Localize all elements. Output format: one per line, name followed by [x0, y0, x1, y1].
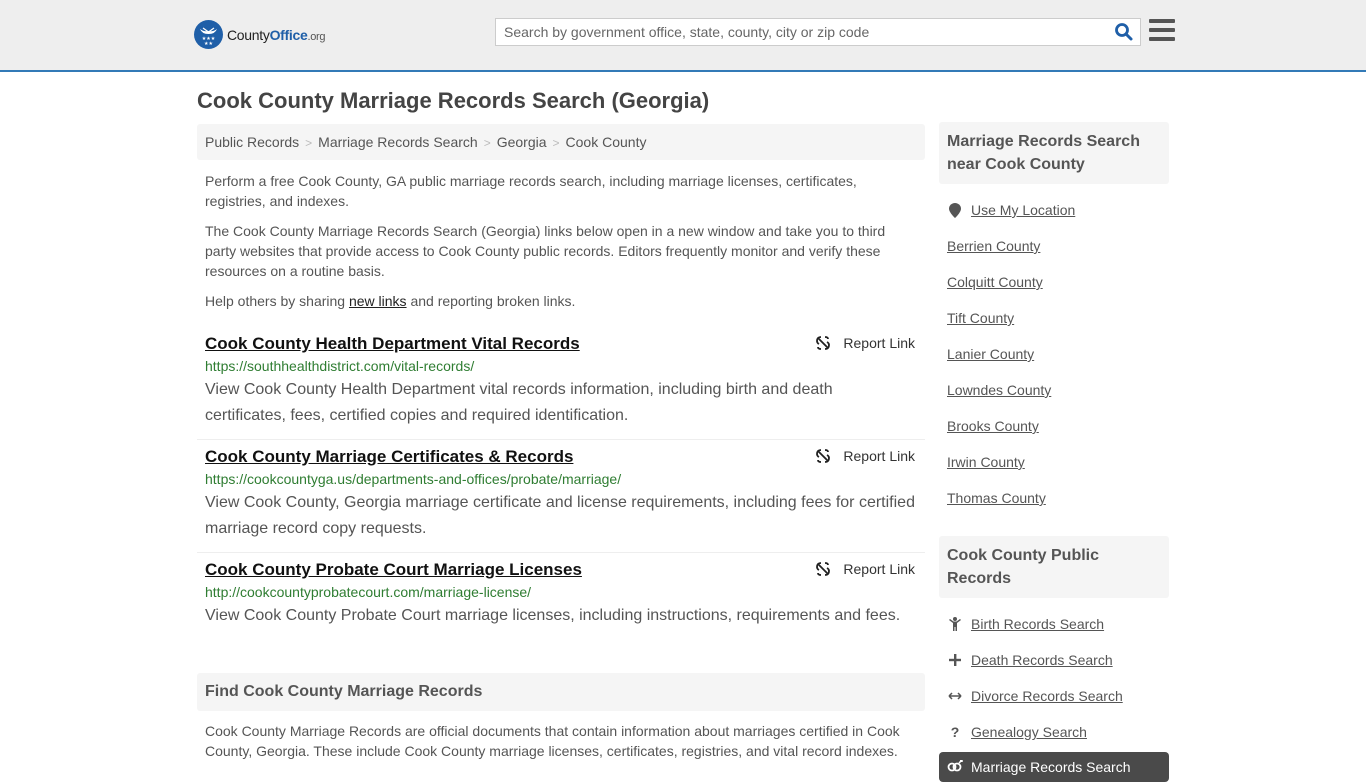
broken-link-icon: [816, 449, 831, 463]
intro-paragraph: The Cook County Marriage Records Search …: [205, 223, 886, 279]
marriage-records-active-item[interactable]: Marriage Records Search: [939, 752, 1169, 782]
nearby-county-item: Berrien County: [947, 228, 1161, 264]
broken-link-icon: [816, 336, 831, 350]
report-link-button[interactable]: Report Link: [815, 448, 915, 464]
public-record-item: Birth Records Search: [947, 606, 1161, 642]
report-link-label: Report Link: [843, 335, 915, 351]
result-title-link[interactable]: Cook County Marriage Certificates & Reco…: [205, 446, 573, 468]
breadcrumb-marriage-records[interactable]: Marriage Records Search: [318, 134, 478, 150]
result-item: Cook County Probate Court Marriage Licen…: [197, 553, 925, 639]
nearby-county-item: Colquitt County: [947, 264, 1161, 300]
map-marker-icon: [947, 202, 963, 218]
county-link-tift[interactable]: Tift County: [947, 310, 1014, 326]
breadcrumb-georgia[interactable]: Georgia: [497, 134, 547, 150]
cross-icon: [947, 654, 963, 666]
report-link-button[interactable]: Report Link: [815, 561, 915, 577]
result-url[interactable]: https://cookcountyga.us/departments-and-…: [205, 470, 917, 488]
result-title-link[interactable]: Cook County Health Department Vital Reco…: [205, 333, 580, 355]
result-item: Cook County Marriage Certificates & Reco…: [197, 440, 925, 553]
result-description: View Cook County Health Department vital…: [205, 381, 833, 424]
birth-records-link[interactable]: Birth Records Search: [971, 616, 1104, 632]
use-my-location-item: Use My Location: [947, 192, 1161, 228]
county-link-colquitt[interactable]: Colquitt County: [947, 274, 1043, 290]
svg-text:★★: ★★: [204, 41, 213, 47]
breadcrumb-separator: >: [483, 136, 491, 150]
new-links-link[interactable]: new links: [349, 293, 407, 309]
logo-org: .org: [307, 30, 326, 43]
genderless-rings-icon: [947, 759, 963, 775]
county-link-berrien[interactable]: Berrien County: [947, 238, 1040, 254]
report-link-label: Report Link: [843, 448, 915, 464]
county-link-lanier[interactable]: Lanier County: [947, 346, 1034, 362]
breadcrumb-separator: >: [552, 136, 560, 150]
result-description: View Cook County Probate Court marriage …: [205, 607, 901, 624]
nearby-county-item: Thomas County: [947, 480, 1161, 516]
sidebar: Marriage Records Search near Cook County…: [939, 122, 1169, 782]
public-record-item: ? Genealogy Search: [947, 714, 1161, 750]
result-url[interactable]: http://cookcountyprobatecourt.com/marria…: [205, 583, 917, 601]
result-url[interactable]: https://southhealthdistrict.com/vital-re…: [205, 357, 917, 375]
county-link-irwin[interactable]: Irwin County: [947, 454, 1025, 470]
divorce-records-link[interactable]: Divorce Records Search: [971, 688, 1123, 704]
nearby-county-item: Lowndes County: [947, 372, 1161, 408]
public-record-item: Death Records Search: [947, 642, 1161, 678]
marriage-records-active-label: Marriage Records Search: [971, 759, 1131, 775]
nearby-county-item: Lanier County: [947, 336, 1161, 372]
main-content: Public Records > Marriage Records Search > G…: [197, 124, 925, 761]
public-records-list: Birth Records Search Death Records Searc…: [939, 598, 1169, 750]
breadcrumb: Public Records > Marriage Records Search > G…: [197, 124, 925, 160]
share-links-paragraph: Help others by sharing new links and rep…: [197, 291, 925, 311]
child-icon: [947, 617, 963, 631]
result-description: View Cook County, Georgia marriage certi…: [205, 494, 915, 537]
nearby-heading: Marriage Records Search near Cook County: [939, 122, 1169, 184]
find-records-heading: Find Cook County Marriage Records: [197, 673, 925, 711]
logo-county: County: [227, 26, 270, 43]
share-text: and reporting broken links.: [406, 293, 576, 309]
arrows-horizontal-icon: [947, 691, 963, 701]
nearby-county-item: Irwin County: [947, 444, 1161, 480]
report-link-label: Report Link: [843, 561, 915, 577]
page-title: Cook County Marriage Records Search (Geo…: [197, 88, 710, 113]
site-logo[interactable]: ★★★ ★★ CountyOffice.org: [194, 20, 326, 49]
results-list: Cook County Health Department Vital Reco…: [197, 327, 925, 639]
nearby-county-item: Brooks County: [947, 408, 1161, 444]
use-my-location-link[interactable]: Use My Location: [971, 202, 1075, 218]
logo-office: Office: [269, 26, 308, 43]
logo-eagle-icon: ★★★ ★★: [194, 20, 223, 49]
public-record-item: Divorce Records Search: [947, 678, 1161, 714]
result-title-link[interactable]: Cook County Probate Court Marriage Licen…: [205, 559, 582, 581]
search-bar: [495, 18, 1141, 46]
logo-wordmark: CountyOffice.org: [227, 26, 326, 43]
public-records-heading: Cook County Public Records: [939, 536, 1169, 598]
intro-paragraph: Perform a free Cook County, GA public ma…: [205, 173, 857, 209]
intro-text: Perform a free Cook County, GA public ma…: [197, 171, 925, 311]
county-link-brooks[interactable]: Brooks County: [947, 418, 1039, 434]
report-link-button[interactable]: Report Link: [815, 335, 915, 351]
result-item: Cook County Health Department Vital Reco…: [197, 327, 925, 440]
county-link-thomas[interactable]: Thomas County: [947, 490, 1046, 506]
top-header: ★★★ ★★ CountyOffice.org: [0, 0, 1366, 72]
broken-link-icon: [816, 562, 831, 576]
find-records-text: Cook County Marriage Records are officia…: [205, 723, 900, 759]
genealogy-link[interactable]: Genealogy Search: [971, 724, 1087, 740]
county-link-lowndes[interactable]: Lowndes County: [947, 382, 1051, 398]
breadcrumb-separator: >: [305, 136, 313, 150]
share-text: Help others by sharing: [205, 293, 349, 309]
hamburger-menu-icon[interactable]: [1149, 19, 1175, 43]
breadcrumb-cook-county[interactable]: Cook County: [566, 134, 647, 150]
question-icon: ?: [950, 724, 960, 740]
nearby-county-item: Tift County: [947, 300, 1161, 336]
breadcrumb-public-records[interactable]: Public Records: [205, 134, 299, 150]
nearby-county-list: Use My Location Berrien County Colquitt …: [939, 184, 1169, 516]
search-input[interactable]: [496, 19, 1096, 45]
search-icon[interactable]: [1114, 22, 1134, 42]
death-records-link[interactable]: Death Records Search: [971, 652, 1113, 668]
